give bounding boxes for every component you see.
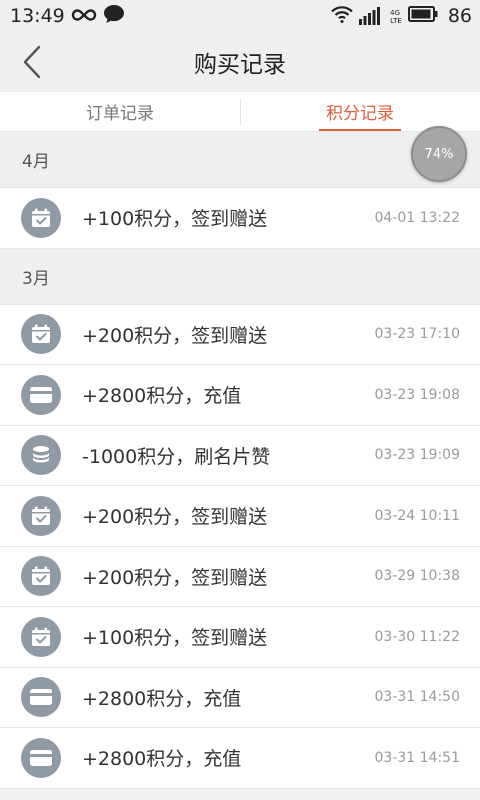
record-row[interactable]: +2800积分，充值 03-31 14:51 <box>0 728 480 789</box>
credit-card-icon <box>21 374 61 415</box>
back-button[interactable] <box>14 42 50 82</box>
record-list: 4月 +100积分，签到赠送 04-01 13:22 3月 +200积分，签到赠送 03-… <box>0 132 480 789</box>
record-time: 03-30 11:22 <box>374 628 460 645</box>
calendar-check-icon <box>21 616 61 657</box>
battery-icon <box>407 6 438 26</box>
page-title: 购买记录 <box>194 52 286 78</box>
record-description: +200积分，签到赠送 <box>82 324 268 347</box>
tab-divider <box>240 98 241 126</box>
status-right: 4G LTE 86 <box>331 5 472 27</box>
record-description: +100积分，签到赠送 <box>82 208 268 231</box>
record-row[interactable]: +2800积分，充值 03-23 19:08 <box>0 365 480 426</box>
tab-points-records[interactable]: 积分记录 <box>240 92 480 131</box>
section-header: 3月 <box>0 248 480 305</box>
signal-icon: 4G LTE <box>359 7 402 25</box>
record-row[interactable]: -1000积分，刷名片赞 03-23 19:09 <box>0 425 480 486</box>
record-row[interactable]: +2800积分，充值 03-31 14:50 <box>0 667 480 728</box>
record-row[interactable]: +200积分，签到赠送 03-24 10:11 <box>0 486 480 547</box>
tab-order-records[interactable]: 订单记录 <box>0 92 240 131</box>
coin-stack-icon <box>21 435 61 476</box>
app-header: 购买记录 <box>0 32 480 92</box>
record-row[interactable]: +200积分，签到赠送 03-29 10:38 <box>0 546 480 607</box>
record-time: 03-23 19:08 <box>374 386 460 403</box>
network-type: 4G <box>390 9 401 17</box>
battery-level: 86 <box>447 5 472 27</box>
network-subtype: LTE <box>390 17 402 25</box>
chevron-left-icon <box>23 45 41 79</box>
record-time: 03-31 14:50 <box>374 689 460 706</box>
record-time: 03-24 10:11 <box>374 507 460 524</box>
calendar-check-icon <box>21 314 61 355</box>
status-bar: 13:49 4G LTE 86 <box>0 0 480 32</box>
record-time: 03-23 19:09 <box>374 447 460 464</box>
record-time: 04-01 13:22 <box>374 209 460 226</box>
record-description: -1000积分，刷名片赞 <box>82 445 271 468</box>
record-description: +200积分，签到赠送 <box>82 506 268 529</box>
record-description: +2800积分，充值 <box>82 385 242 408</box>
chat-bubble-icon <box>103 4 125 28</box>
infinity-icon <box>71 7 97 26</box>
record-row[interactable]: +200积分，签到赠送 03-23 17:10 <box>0 304 480 365</box>
record-time: 03-23 17:10 <box>374 326 460 343</box>
section-header: 4月 <box>0 132 480 188</box>
progress-badge[interactable]: 74% <box>411 126 467 182</box>
status-left: 13:49 <box>10 4 125 28</box>
calendar-check-icon <box>21 495 61 536</box>
record-description: +200积分，签到赠送 <box>82 566 268 589</box>
credit-card-icon <box>21 737 61 778</box>
wifi-icon <box>331 5 353 27</box>
tab-bar: 订单记录 积分记录 <box>0 92 480 132</box>
record-description: +2800积分，充值 <box>82 687 242 710</box>
record-description: +2800积分，充值 <box>82 748 242 771</box>
record-row[interactable]: +100积分，签到赠送 04-01 13:22 <box>0 188 480 249</box>
record-time: 03-31 14:51 <box>374 749 460 766</box>
credit-card-icon <box>21 677 61 718</box>
record-description: +100积分，签到赠送 <box>82 627 268 650</box>
record-time: 03-29 10:38 <box>374 568 460 585</box>
record-row[interactable]: +100积分，签到赠送 03-30 11:22 <box>0 607 480 668</box>
calendar-check-icon <box>21 197 61 238</box>
status-time: 13:49 <box>10 5 65 27</box>
calendar-check-icon <box>21 556 61 597</box>
